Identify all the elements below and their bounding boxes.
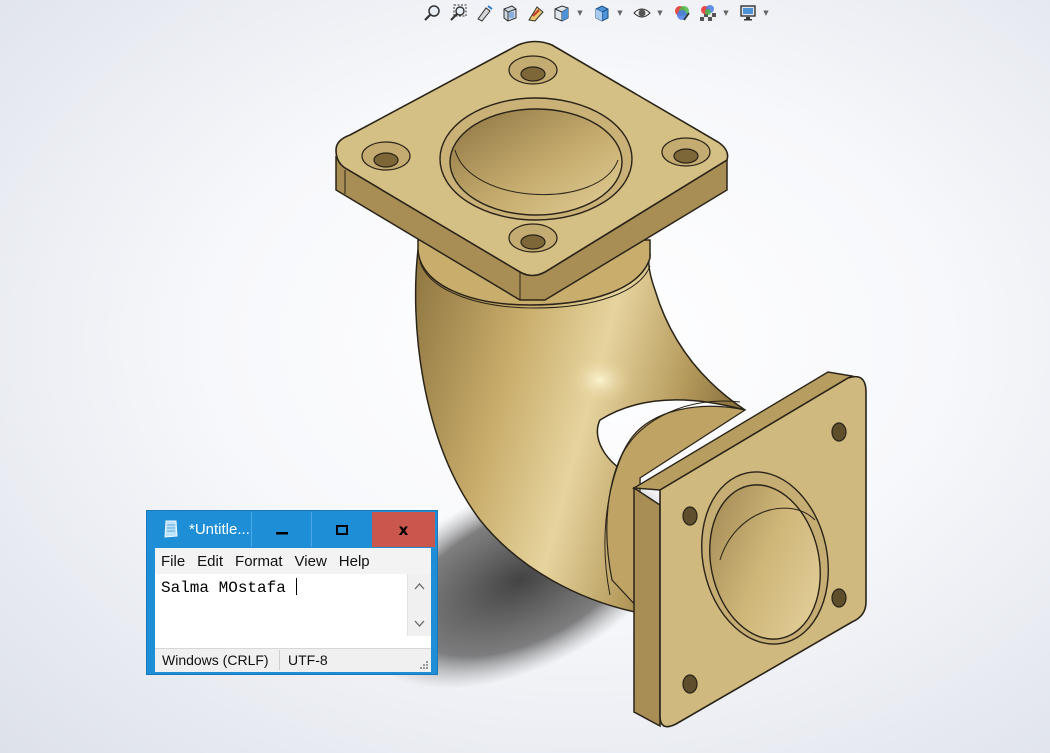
hide-show-items-icon[interactable]	[630, 3, 654, 23]
close-icon: x	[398, 520, 409, 539]
maximize-icon	[336, 524, 348, 535]
menu-edit[interactable]: Edit	[191, 553, 229, 570]
right-flange-side	[633, 486, 661, 728]
close-button[interactable]: x	[372, 512, 435, 547]
elbow-highlight	[566, 354, 634, 406]
zoom-to-fit-icon[interactable]	[420, 3, 444, 23]
zoom-to-area-icon[interactable]	[446, 3, 470, 23]
scroll-up-icon[interactable]	[408, 576, 431, 596]
text-editor[interactable]: Salma MOstafa	[155, 574, 407, 636]
minimize-icon	[276, 531, 288, 534]
view-orientation-icon[interactable]	[550, 3, 574, 23]
vertical-scrollbar[interactable]	[407, 574, 431, 636]
chevron-down-icon[interactable]: ▼	[576, 3, 584, 23]
notepad-icon	[164, 520, 178, 538]
notepad-client: File Edit Format View Help Salma MOstafa…	[155, 548, 431, 672]
status-line-ending: Windows (CRLF)	[162, 652, 269, 668]
minimize-button[interactable]	[251, 512, 311, 547]
heads-up-view-toolbar: ▼ ▼ ▼ ▼ ▼	[420, 2, 776, 24]
menu-view[interactable]: View	[289, 553, 333, 570]
previous-view-icon[interactable]	[472, 3, 496, 23]
apply-scene-icon[interactable]	[696, 3, 720, 23]
text-caret	[296, 578, 298, 595]
status-bar: Windows (CRLF) UTF-8	[155, 648, 431, 672]
section-view-icon[interactable]	[498, 3, 522, 23]
top-bore	[449, 108, 623, 216]
scroll-down-icon[interactable]	[408, 614, 431, 634]
status-encoding: UTF-8	[288, 652, 328, 668]
display-style-icon[interactable]	[590, 3, 614, 23]
maximize-button[interactable]	[311, 512, 371, 547]
notepad-window[interactable]: *Untitle... x File Edit Format View Help…	[146, 510, 438, 675]
chevron-down-icon[interactable]: ▼	[722, 3, 730, 23]
window-title: *Untitle...	[189, 521, 250, 538]
status-divider	[279, 650, 280, 670]
menu-help[interactable]: Help	[333, 553, 376, 570]
resize-grip-icon[interactable]	[419, 660, 429, 670]
view-settings-icon[interactable]	[736, 3, 760, 23]
dynamic-annotation-icon[interactable]	[524, 3, 548, 23]
chevron-down-icon[interactable]: ▼	[762, 3, 770, 23]
chevron-down-icon[interactable]: ▼	[656, 3, 664, 23]
title-bar[interactable]: *Untitle... x	[147, 511, 437, 547]
menu-bar: File Edit Format View Help	[155, 548, 431, 574]
menu-format[interactable]: Format	[229, 553, 289, 570]
menu-file[interactable]: File	[155, 553, 191, 570]
editor-text: Salma MOstafa	[161, 579, 296, 597]
chevron-down-icon[interactable]: ▼	[616, 3, 624, 23]
edit-appearance-icon[interactable]	[670, 3, 694, 23]
